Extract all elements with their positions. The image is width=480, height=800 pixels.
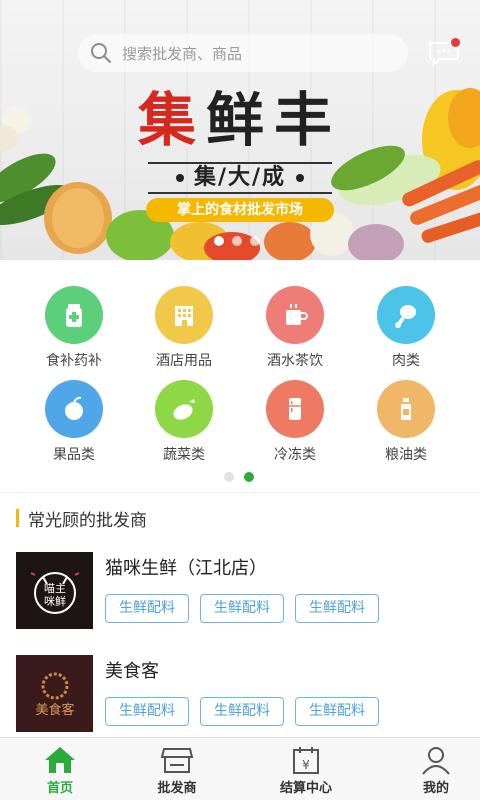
eggplant-icon	[173, 399, 195, 420]
bullet-dot	[296, 174, 305, 182]
nav-label: 结算中心	[279, 781, 332, 796]
category-icon-bg	[377, 380, 435, 438]
merchant-tag[interactable]: 生鲜配料	[200, 594, 284, 623]
apple-icon	[65, 396, 83, 420]
svg-text:¥: ¥	[302, 758, 310, 772]
merchant-card[interactable]: 美食客 美食客 生鲜配料 生鲜配料 生鲜配料	[16, 655, 464, 733]
cat-logo-icon: 喵主 咪鲜	[30, 571, 79, 614]
search-bar[interactable]: 搜索批发商、商品	[78, 34, 408, 72]
category-icon-bg	[155, 380, 213, 438]
section-accent-bar	[16, 509, 19, 527]
nav-label: 我的	[422, 781, 449, 796]
merchant-tag[interactable]: 生鲜配料	[295, 594, 379, 623]
banner-carousel[interactable]: 搜索批发商、商品 集鲜丰 集/大/成 掌上的食材批发市场	[0, 0, 480, 260]
svg-text:喵主: 喵主	[44, 582, 66, 595]
brand-divider-bottom	[148, 192, 332, 194]
bottom-nav: 首页 批发商 ¥ 结算中心 我的	[0, 737, 480, 800]
category-item[interactable]: 酒店用品	[134, 286, 234, 370]
category-label: 食补药补	[46, 353, 102, 369]
nav-home[interactable]: 首页	[0, 738, 120, 800]
category-item[interactable]: 果品类	[24, 380, 124, 464]
category-item[interactable]: 粮油类	[356, 380, 456, 464]
banner-pagination	[214, 236, 260, 246]
search-icon	[91, 43, 111, 63]
category-label: 酒水茶饮	[267, 353, 323, 369]
merchant-tag[interactable]: 生鲜配料	[105, 594, 189, 623]
drumstick-icon	[395, 305, 416, 328]
page-dot[interactable]	[244, 472, 254, 482]
svg-text:美食客: 美食客	[35, 702, 74, 718]
merchant-tags: 生鲜配料 生鲜配料 生鲜配料	[105, 697, 379, 726]
merchant-name: 美食客	[105, 661, 159, 682]
category-pagination	[224, 472, 254, 482]
unread-dot	[451, 38, 460, 47]
banner-dot[interactable]	[214, 236, 224, 246]
calendar-yen-icon: ¥	[293, 747, 319, 774]
tea-cup-icon	[286, 304, 308, 325]
nav-wholesalers[interactable]: 批发商	[117, 738, 237, 800]
merchant-tags: 生鲜配料 生鲜配料 生鲜配料	[105, 594, 379, 623]
category-icon-bg	[45, 380, 103, 438]
category-item[interactable]: 蔬菜类	[134, 380, 234, 464]
category-item[interactable]: 肉类	[356, 286, 456, 370]
category-label: 冷冻类	[274, 447, 316, 463]
svg-text:咪鲜: 咪鲜	[44, 594, 66, 608]
merchant-logo: 美食客	[16, 655, 93, 732]
fridge-icon	[289, 398, 301, 420]
merchant-name: 猫咪生鲜（江北店）	[105, 558, 267, 579]
section-title: 常光顾的批发商	[28, 510, 147, 531]
page-dot[interactable]	[224, 472, 234, 482]
medicine-bottle-icon	[66, 304, 82, 327]
oil-bottle-icon	[401, 398, 411, 420]
category-label: 酒店用品	[156, 353, 212, 369]
brand-char-1: 集	[137, 86, 206, 154]
hotel-building-icon	[175, 306, 193, 326]
merchant-card[interactable]: 喵主 咪鲜 猫咪生鲜（江北店） 生鲜配料 生鲜配料 生鲜配料	[16, 552, 464, 630]
category-label: 肉类	[392, 353, 420, 369]
category-label: 果品类	[53, 447, 95, 463]
category-label: 蔬菜类	[163, 447, 205, 463]
bullet-dot	[175, 174, 184, 182]
banner-dot[interactable]	[232, 236, 242, 246]
brand-title: 集鲜丰	[130, 84, 350, 156]
banner-tagline: 掌上的食材批发市场	[146, 198, 334, 222]
banner-dot[interactable]	[250, 236, 260, 246]
nav-label: 首页	[46, 781, 73, 796]
category-icon-bg	[266, 380, 324, 438]
search-placeholder: 搜索批发商、商品	[122, 44, 243, 63]
brand-subtitle-row: 集/大/成	[148, 164, 332, 192]
category-icon-bg	[155, 286, 213, 344]
user-icon	[422, 747, 450, 775]
brand-subtitle: 集/大/成	[193, 165, 287, 190]
merchant-tag[interactable]: 生鲜配料	[105, 697, 189, 726]
section-header: 常光顾的批发商	[16, 506, 147, 531]
nav-settlement[interactable]: ¥ 结算中心	[246, 738, 366, 800]
nav-label: 批发商	[157, 781, 197, 796]
store-icon	[160, 748, 194, 773]
category-icon-bg	[45, 286, 103, 344]
category-item[interactable]: 冷冻类	[245, 380, 345, 464]
foodie-logo-icon: 美食客	[35, 672, 74, 718]
home-icon	[45, 747, 75, 773]
nav-profile[interactable]: 我的	[376, 738, 480, 800]
merchant-tag[interactable]: 生鲜配料	[200, 697, 284, 726]
section-divider	[0, 492, 480, 493]
category-icon-bg	[266, 286, 324, 344]
category-label: 粮油类	[385, 447, 427, 463]
category-item[interactable]: 酒水茶饮	[245, 286, 345, 370]
app-root: 搜索批发商、商品 集鲜丰 集/大/成 掌上的食材批发市场 食补药补 酒店用品 酒…	[0, 0, 480, 800]
merchant-tag[interactable]: 生鲜配料	[295, 697, 379, 726]
category-icon-bg	[377, 286, 435, 344]
brand-char-3: 丰	[274, 86, 343, 154]
category-item[interactable]: 食补药补	[24, 286, 124, 370]
merchant-logo: 喵主 咪鲜	[16, 552, 93, 629]
brand-char-2: 鲜	[205, 86, 274, 154]
